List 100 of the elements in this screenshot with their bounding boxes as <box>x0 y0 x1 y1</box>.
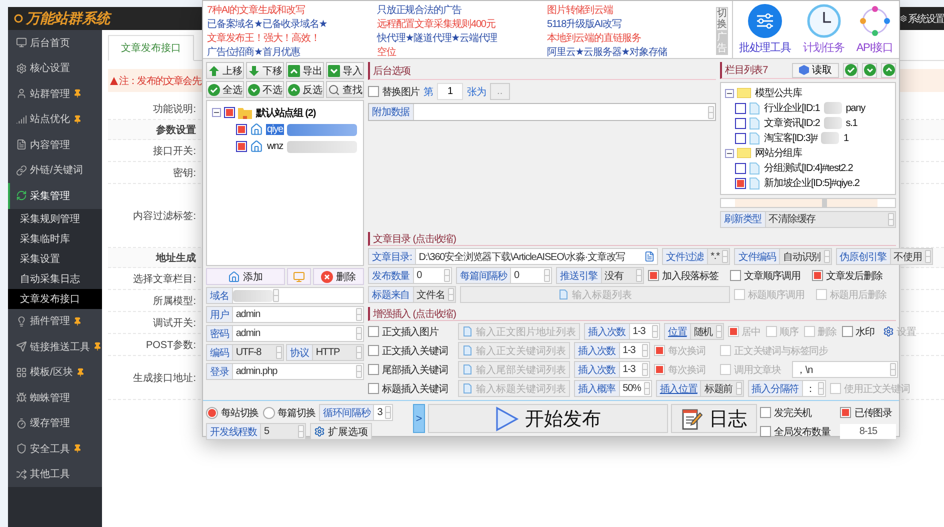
section-header[interactable]: 文章目录 (点击收缩) <box>368 232 896 246</box>
read-button[interactable]: 读取 <box>792 62 839 78</box>
checkbox[interactable]: 正文插入关键词 <box>368 342 454 359</box>
round-action-button[interactable] <box>862 62 877 78</box>
start-publish-button[interactable]: 开始发布 <box>428 404 668 433</box>
dropdown-field[interactable]: 协议 HTTP <box>286 344 364 361</box>
section-header[interactable]: 增强插入 (点击收缩) <box>368 307 896 321</box>
sidebar-item[interactable]: 外链/关键词 <box>8 158 102 183</box>
sidebar-item[interactable]: 内容管理 <box>8 132 102 158</box>
ad-link[interactable]: 5118升级版AI改写 <box>547 17 707 31</box>
site-group-label[interactable]: 默认站点组 (2) <box>255 106 317 120</box>
checkbox[interactable] <box>735 162 746 174</box>
extra-data-field[interactable]: 附加数据 <box>368 103 716 121</box>
checkbox[interactable]: 全局发布数量 <box>760 423 834 440</box>
dropdown-field[interactable]: 文件编码 自动识别 <box>734 248 832 265</box>
import-button[interactable]: 导入 <box>326 62 364 79</box>
select-none-button[interactable]: 不选 <box>246 81 284 98</box>
checkbox[interactable]: 文章顺序调用 <box>730 267 808 284</box>
ad-link[interactable]: 空位 <box>377 45 547 59</box>
sidebar-item[interactable]: 核心设置 <box>8 56 102 81</box>
expand-button[interactable]: > <box>413 404 425 433</box>
dropdown-field[interactable]: 文件过滤 *.* <box>662 248 730 265</box>
log-button[interactable]: 日志 <box>671 404 757 433</box>
sidebar-item[interactable]: 其他工具 <box>8 462 102 487</box>
input-field[interactable]: 每篇间隔秒 0 <box>456 267 552 284</box>
checkbox[interactable] <box>735 118 746 128</box>
checkbox[interactable] <box>735 102 746 114</box>
checkbox[interactable]: 水印 <box>842 323 876 340</box>
sidebar-subitem[interactable]: 自动采集日志 <box>8 268 102 288</box>
radio-button[interactable]: 每站切换 <box>206 404 259 421</box>
checkbox[interactable]: 发完关机 <box>760 404 834 421</box>
checkbox[interactable]: 替换图片 <box>368 83 420 100</box>
input-field[interactable]: 发布数量 0 <box>368 267 452 284</box>
ad-link[interactable]: 图片转储到云端 <box>547 3 707 17</box>
input-field[interactable]: 域名 <box>206 287 364 304</box>
dropdown-field[interactable]: 插入位置 标题前 <box>656 380 744 397</box>
extend-options-button[interactable]: 扩展选项 <box>310 423 372 440</box>
tree-toggle-icon[interactable] <box>725 88 734 98</box>
sidebar-item[interactable]: 缓存管理 <box>8 410 102 436</box>
checkbox[interactable]: 尾部插入关键词 <box>368 361 454 378</box>
sidebar-subitem[interactable]: 采集设置 <box>8 248 102 268</box>
count-field[interactable]: 8-15 <box>840 424 896 439</box>
checkbox[interactable]: 正文插入图片 <box>368 323 454 340</box>
sidebar-item[interactable]: 模板/区块 <box>8 360 102 385</box>
dropdown-field[interactable]: 开发线程数 5 <box>206 423 306 440</box>
checkbox[interactable]: 加入段落标签 <box>648 267 726 284</box>
sidebar-subitem[interactable]: 采集临时库 <box>8 228 102 248</box>
input-field[interactable]: ，\n <box>792 361 898 378</box>
ad-link[interactable]: 7种AI的文章生成和改写 <box>207 3 377 17</box>
delete-button[interactable]: 删除 <box>312 268 364 285</box>
site-label[interactable]: wnz <box>266 141 284 152</box>
input-field[interactable]: 登录 admin.php <box>206 363 364 380</box>
ad-link[interactable]: 已备案域名★已备收录域名★ <box>207 17 377 31</box>
folder-path-field[interactable]: 文章目录: D:\360安全浏览器下载\ArticleAISEO\水淼·文章改写 <box>368 248 658 265</box>
checkbox[interactable]: 文章发后删除 <box>812 267 890 284</box>
column-label[interactable]: 新加坡企业[ID:5]#qiye.2 <box>763 176 860 190</box>
round-action-button[interactable] <box>843 62 858 78</box>
sidebar-subitem[interactable]: 采集规则管理 <box>8 208 102 228</box>
column-group-label[interactable]: 模型公共库 <box>754 86 804 100</box>
checkbox[interactable]: 标题插入关键词 <box>368 380 454 397</box>
switch-ad-button[interactable]: 切换 <box>716 7 728 31</box>
move-up-button[interactable]: 上移 <box>206 62 244 79</box>
dropdown-field[interactable]: 编码 UTF-8 <box>206 344 284 361</box>
tool-link[interactable]: API接口 <box>856 40 894 55</box>
tool-link[interactable]: 计划任务 <box>802 40 844 55</box>
add-button[interactable]: 添加 <box>206 268 285 285</box>
sidebar-item[interactable]: 链接推送工具 <box>8 334 102 360</box>
system-settings-link[interactable]: 系统设置 <box>908 12 944 26</box>
column-label[interactable]: 文章资讯[ID:2 <box>763 116 821 130</box>
column-label[interactable]: 分组测试[ID:4]#test2.2 <box>763 161 854 175</box>
ad-link[interactable]: 广告位招商★首月优惠 <box>207 45 377 59</box>
tree-toggle-icon[interactable] <box>212 108 221 117</box>
ad-link[interactable]: 阿里云★云服务器★对象存储 <box>547 45 707 59</box>
checkbox[interactable] <box>236 124 247 135</box>
sidebar-subitem[interactable]: 文章发布接口 <box>8 288 102 308</box>
move-down-button[interactable]: 下移 <box>246 62 284 79</box>
sidebar-item[interactable]: 安全工具 <box>8 436 102 462</box>
export-button[interactable]: 导出 <box>286 62 324 79</box>
sidebar-item[interactable]: 后台首页 <box>8 30 102 56</box>
round-action-button[interactable] <box>881 62 896 78</box>
column-label[interactable]: 行业企业[ID:1 <box>763 101 821 115</box>
column-group-label[interactable]: 网站分组库 <box>754 146 804 160</box>
select-all-button[interactable]: 全选 <box>206 81 244 98</box>
checkbox[interactable] <box>735 132 746 144</box>
checkbox[interactable]: 已传图录 <box>840 404 896 421</box>
site-label[interactable]: qiye <box>266 124 284 135</box>
number-field[interactable]: 1 <box>437 83 464 100</box>
input-field[interactable]: 密码 admin <box>206 325 364 342</box>
input-field[interactable]: 插入次数 1-3 <box>584 323 660 340</box>
input-field[interactable]: 插入次数 1-3 <box>574 342 650 359</box>
ad-link[interactable]: 只放正规合法的广告 <box>377 3 547 17</box>
input-field[interactable]: 插入概率 50% <box>574 380 652 397</box>
sidebar-item[interactable]: 插件管理 <box>8 308 102 334</box>
find-button[interactable]: 查找 <box>326 81 364 98</box>
dropdown-field[interactable]: 刷新类型 不清除缓存 <box>720 210 896 228</box>
ad-link[interactable]: 远程配置文章采集规则400元 <box>377 17 547 31</box>
invert-selection-button[interactable]: 反选 <box>286 81 324 98</box>
dropdown-field[interactable]: 标题来自 文件名 <box>368 286 456 303</box>
column-label[interactable]: 淘宝客[ID:3]# <box>763 131 818 145</box>
radio-button[interactable]: 每篇切换 <box>262 404 316 421</box>
